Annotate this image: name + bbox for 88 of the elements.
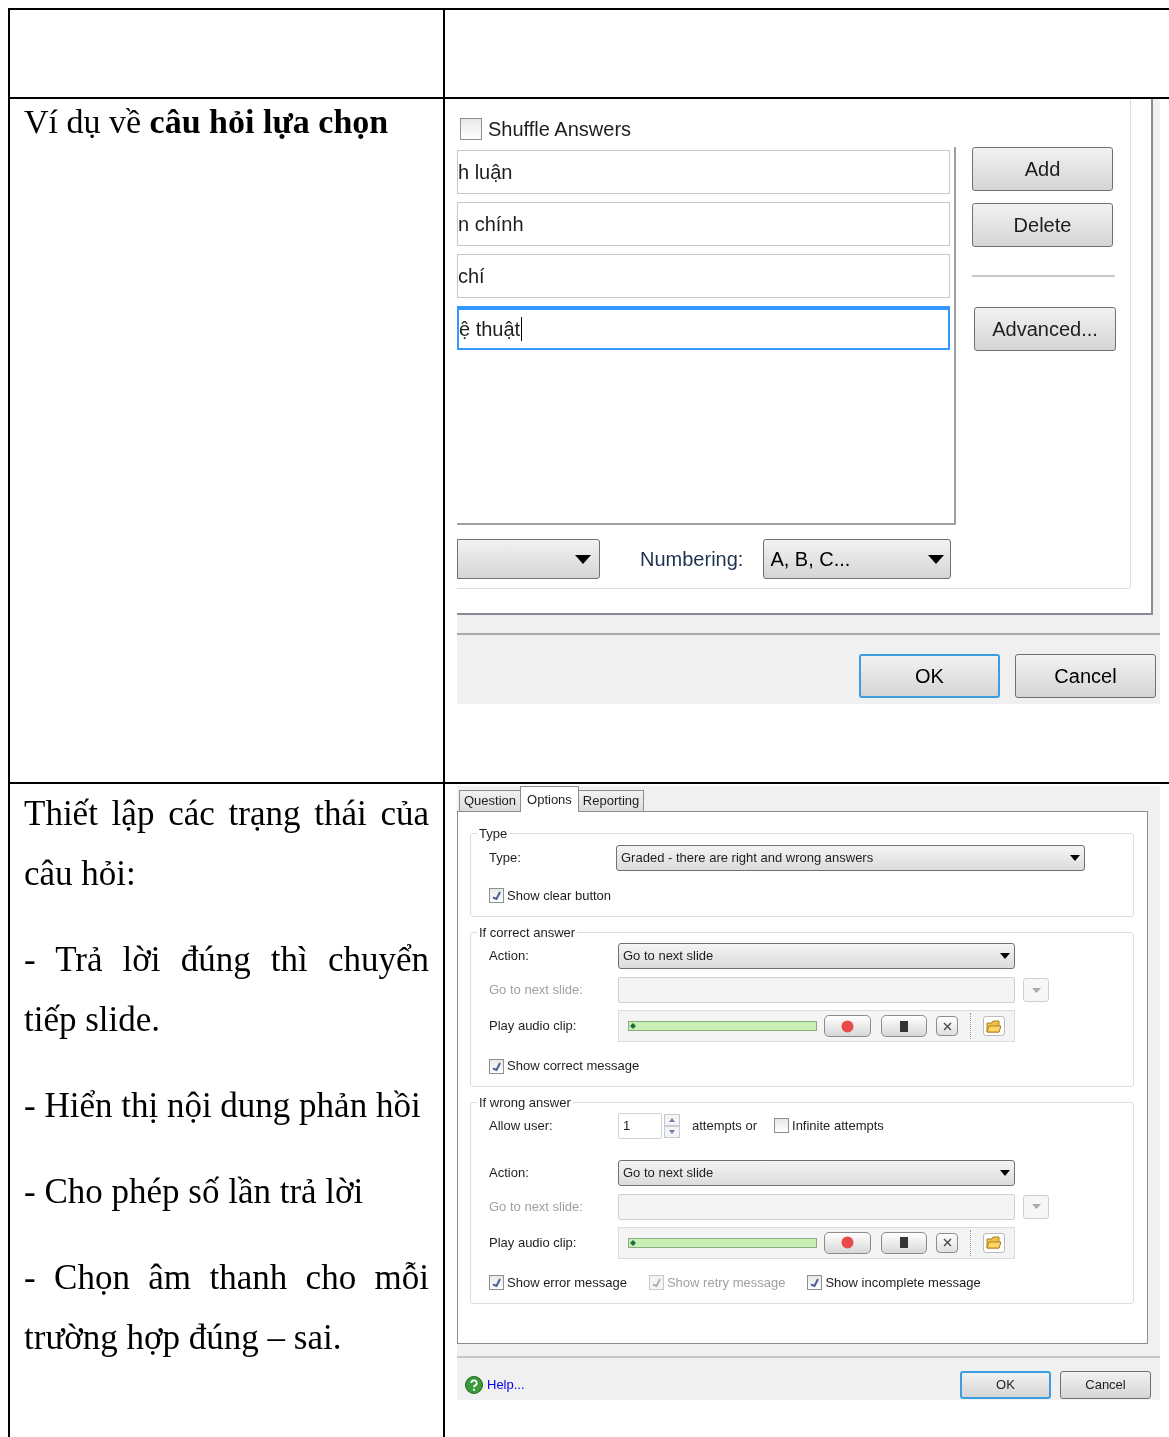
dropdown[interactable]: Graded - there are right and wrong answers [616,844,1085,871]
caret-icon [1031,1204,1041,1209]
checkbox[interactable] [774,1118,790,1133]
check-icon [491,890,502,901]
paragraph: - Cho phép số lần trả lời [24,1171,365,1213]
checkbox[interactable] [489,888,504,903]
record-icon [840,1236,854,1249]
tab[interactable]: Question [459,790,522,812]
paragraph: - Hiển thị nội dung phản hồi [24,1085,422,1127]
audio-track-icon [628,1237,817,1248]
clear-button[interactable] [936,1232,959,1253]
check-icon [491,1277,502,1288]
checkbox-label: Shuffle Answers [488,117,632,142]
checkbox-label: Show error message [507,1273,627,1292]
field-label: Allow user: [489,1116,554,1135]
checkbox-label: Show clear button [507,886,612,905]
text-cursor [521,317,523,341]
caret-icon [575,554,591,564]
help-link[interactable]: Help... [487,1375,525,1395]
dialog-button[interactable]: Cancel [1015,654,1156,698]
numbering-dropdown[interactable]: A, B, C... [763,539,952,579]
field-label: Action: [489,1163,530,1182]
answer-field[interactable]: ệ thuật [457,306,950,350]
check-icon [809,1277,821,1288]
checkbox[interactable] [489,1275,504,1290]
field-label: Play audio clip: [489,1017,578,1036]
checkbox[interactable] [460,118,482,140]
numbering-label: Numbering: [640,547,744,572]
folder-icon [986,1019,1003,1033]
field-label: Play audio clip: [489,1233,578,1252]
checkbox[interactable] [807,1275,823,1290]
field-label: Go to next slide: [489,981,584,1000]
field-label: Action: [489,947,530,966]
audio-track-icon [628,1021,817,1031]
close-icon [942,1021,952,1031]
open-button[interactable] [983,1232,1005,1253]
spinner-arrows-icon [664,1113,680,1138]
dropdown[interactable]: Go to next slide [618,1159,1015,1186]
record-button[interactable] [824,1231,871,1254]
paragraph: - Trả lời đúng thì chuyển tiếp slide. [24,939,429,1041]
checkbox-label: Infinite attempts [792,1116,884,1135]
checkbox[interactable] [489,1058,504,1074]
field-label: Go to next slide: [489,1197,584,1216]
paragraph: - Chọn âm thanh cho mỗi trường hợp đúng – sai. [24,1257,429,1359]
caption: Ví dụ về câu hỏi lựa chọn [24,102,390,142]
answer-field[interactable]: h luận [457,150,950,194]
answer-field[interactable]: n chính [457,202,950,246]
clear-button[interactable] [936,1016,959,1036]
record-icon [840,1019,854,1033]
open-button[interactable] [983,1016,1005,1036]
caret-icon [1000,953,1010,959]
caret-icon [1070,854,1080,861]
group-title: If wrong answer [478,1094,572,1112]
caret-icon [1000,1169,1010,1176]
checkbox-label: Show retry message [666,1273,786,1292]
group-title: If correct answer [478,923,577,942]
checkbox-label: Show correct message [507,1057,640,1076]
stop-icon [900,1020,908,1032]
caret-icon [928,554,945,564]
field-label: attempts or [692,1116,758,1135]
field-label: Type: [489,848,522,867]
dialog-button[interactable]: Delete [972,203,1113,247]
paragraph: Thiết lập các trạng thái của câu hỏi: [24,793,429,895]
record-button[interactable] [824,1015,871,1037]
answer-field[interactable]: chí [457,254,950,298]
tab[interactable]: Reporting [577,790,645,812]
folder-icon [986,1236,1003,1249]
caret-icon [1031,987,1041,993]
check-icon [650,1277,662,1288]
stop-button[interactable] [880,1231,928,1254]
group-title: Type [478,825,509,843]
dialog-button[interactable]: Add [972,147,1113,191]
dialog-button[interactable]: OK [859,654,1000,698]
dialog-button[interactable]: Advanced... [974,307,1116,351]
close-icon [942,1238,952,1247]
dialog-button[interactable]: Cancel [1060,1371,1151,1399]
stop-button[interactable] [880,1015,928,1037]
check-icon [491,1060,502,1072]
audio-clip-control[interactable] [618,1226,1015,1259]
audio-clip-control[interactable] [618,1010,1015,1042]
number-field[interactable]: 1 [618,1112,662,1139]
checkbox-label: Show incomplete message [825,1273,981,1292]
tab[interactable]: Options [520,786,579,812]
stop-icon [900,1237,908,1248]
dialog-button[interactable]: OK [960,1371,1051,1399]
help-icon [465,1376,483,1394]
dropdown[interactable]: Go to next slide [618,943,1015,969]
dropdown[interactable] [457,539,600,579]
